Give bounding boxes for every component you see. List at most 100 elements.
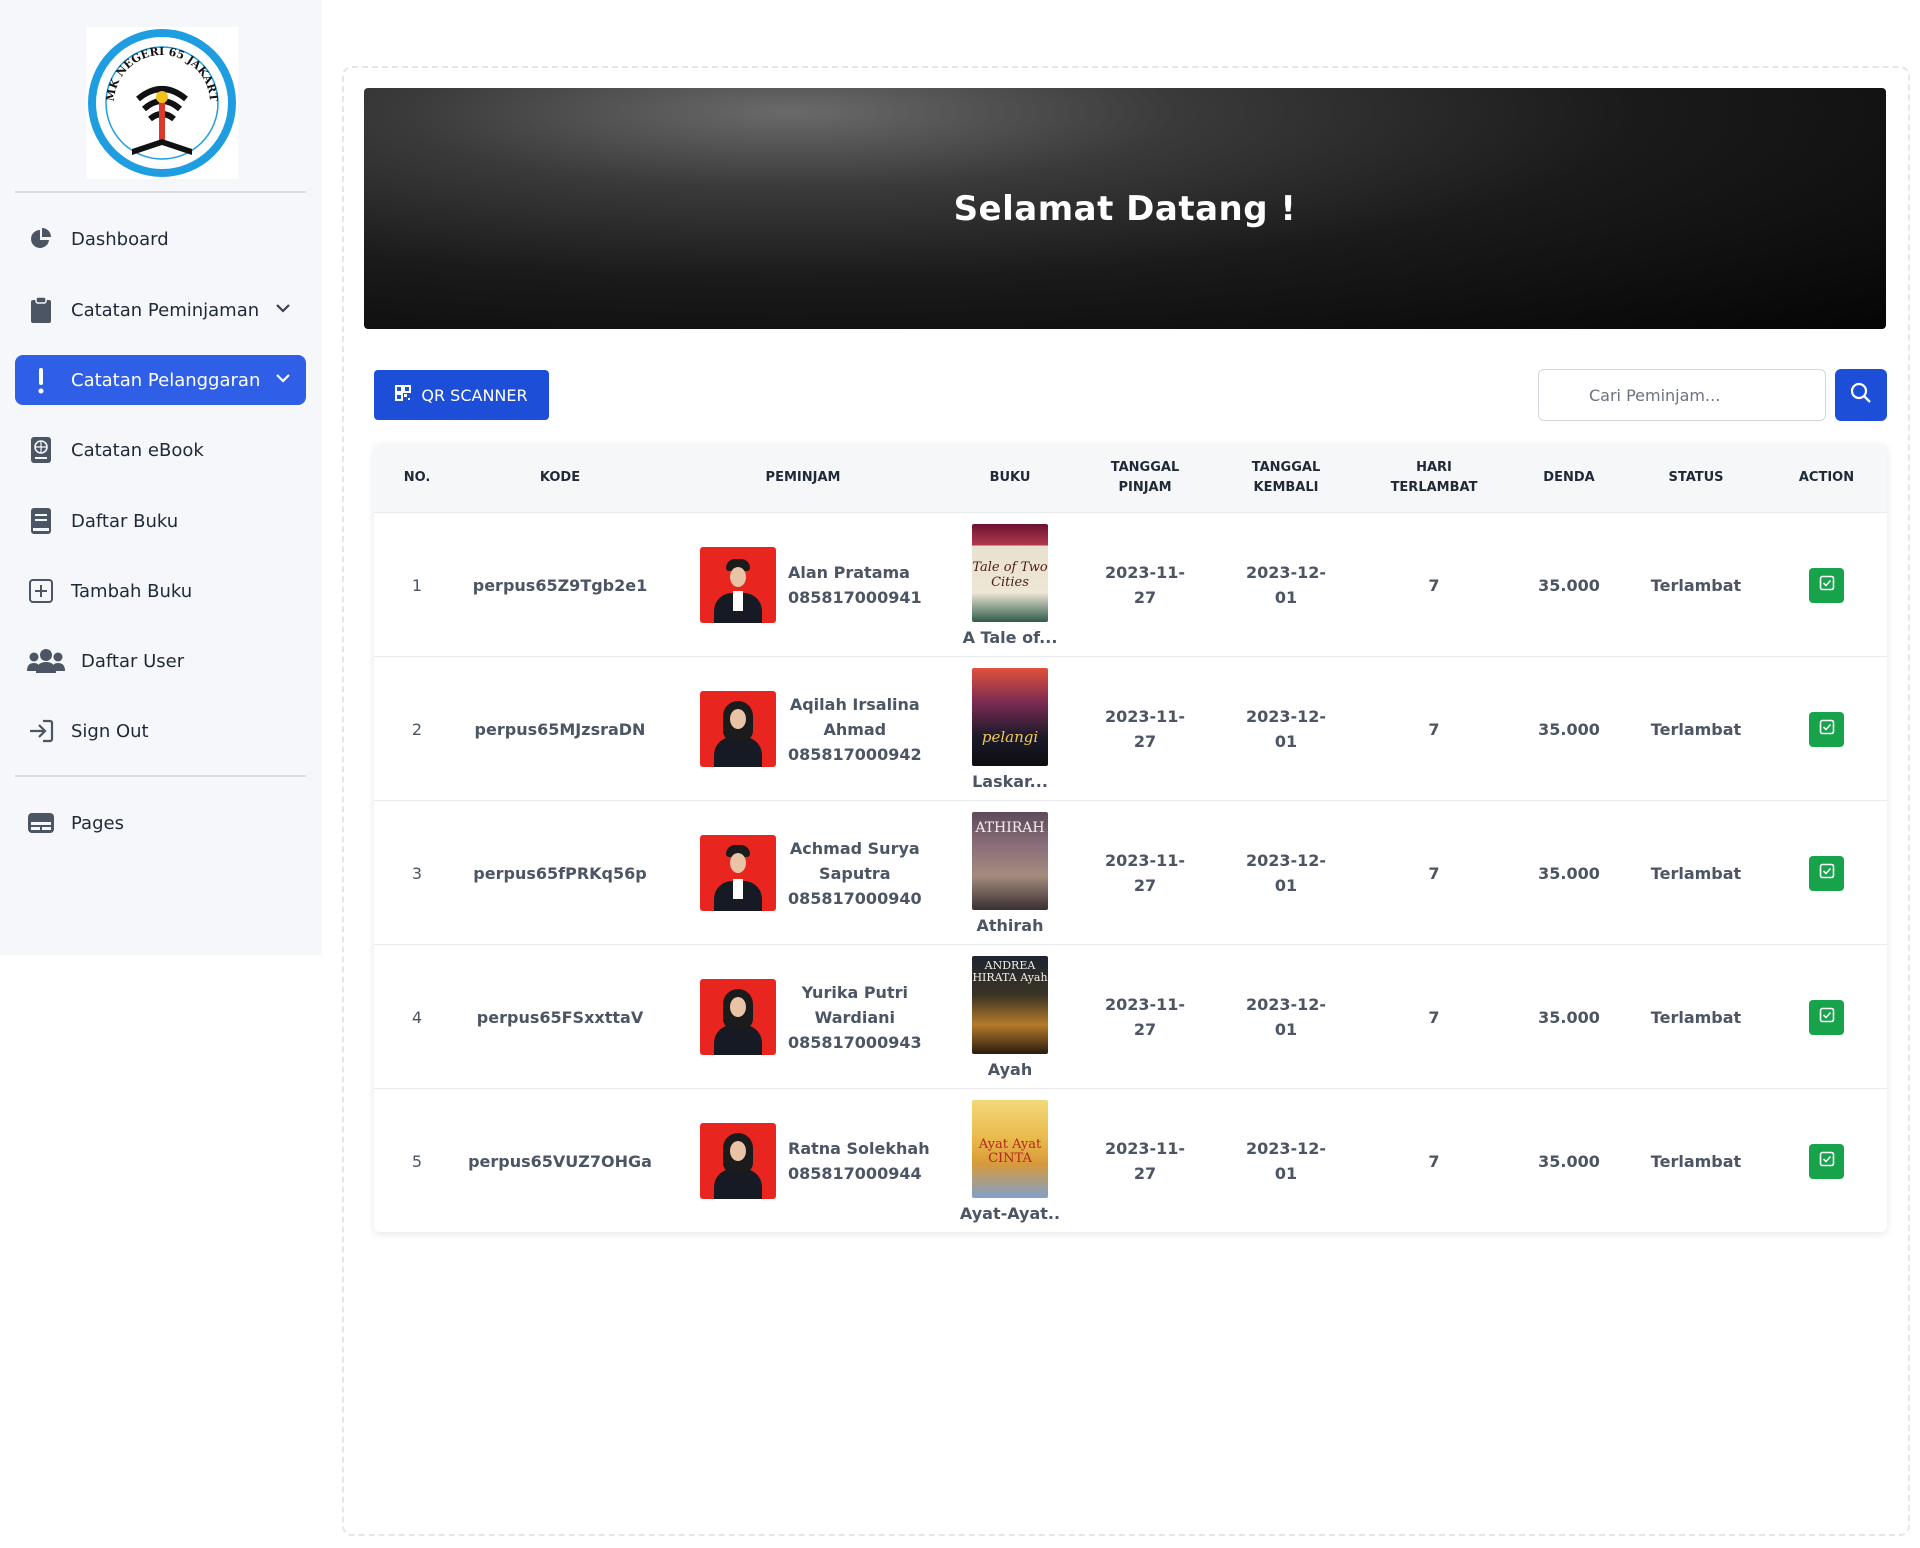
chevron-down-icon — [274, 369, 292, 391]
date-part: 01 — [1274, 1020, 1298, 1039]
cell-hari-terlambat: 7 — [1428, 863, 1440, 883]
sidebar-item-daftar-buku[interactable]: Daftar Buku — [15, 496, 306, 546]
action-button[interactable] — [1809, 567, 1844, 603]
date-part: 01 — [1274, 588, 1298, 607]
cell-buku: ANDREA HIRATA Ayah Ayah — [946, 945, 1074, 1089]
action-button[interactable] — [1809, 711, 1844, 747]
cover-title: ATHIRAH — [975, 819, 1045, 836]
borrower-name: Wardiani — [814, 1007, 895, 1027]
cell-no: 1 — [411, 575, 423, 595]
violations-table: NO. KODE PEMINJAM BUKU TANGGAL PINJAM TAN… — [374, 444, 1887, 1232]
cell-denda: 35.000 — [1538, 719, 1600, 739]
sidebar-item-pages[interactable]: Pages — [15, 798, 306, 848]
sidebar-item-dashboard[interactable]: Dashboard — [15, 214, 306, 264]
action-button[interactable] — [1809, 1143, 1844, 1179]
table-row: 5 perpus65VUZ7OHGa Ratna Solekhah 085817… — [374, 1088, 1887, 1232]
borrower-name: Ahmad — [823, 719, 887, 739]
date-part: 27 — [1133, 1164, 1157, 1183]
status-badge: Terlambat — [1650, 863, 1742, 883]
check-square-icon — [1819, 861, 1835, 886]
sidebar-item-label: Pages — [71, 812, 124, 834]
clipboard-icon — [25, 294, 57, 326]
search-input[interactable] — [1538, 369, 1826, 421]
col-header-peminjam: PEMINJAM — [765, 470, 841, 485]
date-part: 01 — [1274, 732, 1298, 751]
cell-buku: Ayat Ayat CINTA Ayat-Ayat.. — [946, 1089, 1074, 1232]
exclamation-icon — [25, 364, 57, 396]
search-icon — [1850, 382, 1872, 408]
borrower-name: Achmad Surya — [789, 838, 920, 858]
cell-kode: perpus65VUZ7OHGa — [468, 1151, 652, 1171]
sidebar-divider — [15, 775, 306, 777]
borrower-phone: 085817000942 — [788, 744, 922, 764]
sidebar-item-label: Daftar User — [81, 650, 185, 672]
book-title: Athirah — [976, 915, 1044, 935]
cell-action — [1766, 1089, 1887, 1232]
cell-action — [1766, 657, 1887, 801]
cell-tanggal-kembali: 2023-12- 01 — [1216, 945, 1356, 1089]
sidebar-item-label: Tambah Buku — [71, 580, 193, 602]
borrower-info: Ratna Solekhah 085817000944 — [788, 1136, 930, 1186]
borrower-info: Yurika Putri Wardiani 085817000943 — [788, 980, 922, 1055]
header-line: TANGGAL — [1110, 460, 1180, 475]
sidebar-item-daftar-user[interactable]: Daftar User — [15, 636, 306, 686]
book-title: Laskar... — [972, 771, 1048, 791]
borrower-photo — [700, 835, 776, 911]
table-row: 4 perpus65FSxxttaV Yurika Putri Wardiani… — [374, 944, 1887, 1089]
plus-square-icon — [25, 575, 57, 607]
cell-tanggal-kembali: 2023-12- 01 — [1216, 513, 1356, 657]
cell-action — [1766, 513, 1887, 657]
date-part: 01 — [1274, 876, 1298, 895]
sidebar-item-catatan-peminjaman[interactable]: Catatan Peminjaman — [15, 285, 306, 335]
date-part: 01 — [1274, 1164, 1298, 1183]
action-button[interactable] — [1809, 999, 1844, 1035]
book-cover: Tale of Two Cities — [972, 523, 1048, 622]
cover-title: ANDREA HIRATA Ayah — [972, 958, 1048, 984]
book-title: Ayah — [987, 1059, 1033, 1079]
action-button[interactable] — [1809, 855, 1844, 891]
qr-scanner-label: QR SCANNER — [421, 385, 528, 405]
date-part: 27 — [1133, 876, 1157, 895]
check-square-icon — [1819, 573, 1835, 598]
col-header-no: NO. — [403, 470, 431, 485]
borrower-photo — [700, 1123, 776, 1199]
cell-no: 3 — [411, 863, 423, 883]
col-header-denda: DENDA — [1543, 470, 1595, 485]
check-square-icon — [1819, 717, 1835, 742]
cell-tanggal-kembali: 2023-12- 01 — [1216, 657, 1356, 801]
sidebar-item-tambah-buku[interactable]: Tambah Buku — [15, 566, 306, 616]
date-part: 2023-12- — [1245, 995, 1327, 1014]
date-part: 27 — [1133, 732, 1157, 751]
cell-hari-terlambat: 7 — [1428, 719, 1440, 739]
cover-title: pelangi — [981, 727, 1039, 746]
date-part: 2023-11- — [1104, 563, 1186, 582]
cell-peminjam: Yurika Putri Wardiani 085817000943 — [700, 945, 946, 1089]
cover-title: Ayat Ayat CINTA — [978, 1136, 1042, 1166]
search-button[interactable] — [1835, 369, 1887, 421]
cell-denda: 35.000 — [1538, 1151, 1600, 1171]
cell-peminjam: Alan Pratama 085817000941 — [700, 513, 946, 657]
sidebar-divider — [15, 191, 306, 193]
header-line: HARI — [1416, 460, 1452, 475]
sidebar: SMK NEGERI 65 JAKARTA Dashboard Catatan … — [0, 0, 322, 955]
col-header-tanggal-pinjam: TANGGAL PINJAM — [1074, 444, 1216, 512]
check-square-icon — [1819, 1149, 1835, 1174]
sidebar-item-sign-out[interactable]: Sign Out — [15, 706, 306, 756]
sidebar-item-catatan-pelanggaran[interactable]: Catatan Pelanggaran — [15, 355, 306, 405]
sidebar-item-label: Catatan Peminjaman — [71, 299, 260, 321]
cell-kode: perpus65fPRKq56p — [473, 863, 647, 883]
sidebar-item-catatan-ebook[interactable]: Catatan eBook — [15, 425, 306, 475]
book-cover: pelangi — [972, 667, 1048, 766]
date-part: 27 — [1133, 588, 1157, 607]
qr-scanner-button[interactable]: QR SCANNER — [374, 370, 549, 420]
chevron-down-icon — [274, 299, 292, 321]
col-header-tanggal-kembali: TANGGAL KEMBALI — [1216, 444, 1356, 512]
cell-peminjam: Aqilah Irsalina Ahmad 085817000942 — [700, 657, 946, 801]
borrower-info: Aqilah Irsalina Ahmad 085817000942 — [788, 692, 922, 767]
col-header-status: STATUS — [1668, 470, 1724, 485]
date-part: 2023-12- — [1245, 851, 1327, 870]
cell-buku: Tale of Two Cities A Tale of... — [946, 513, 1074, 657]
status-badge: Terlambat — [1650, 1151, 1742, 1171]
borrower-phone: 085817000943 — [788, 1032, 922, 1052]
borrower-photo — [700, 691, 776, 767]
